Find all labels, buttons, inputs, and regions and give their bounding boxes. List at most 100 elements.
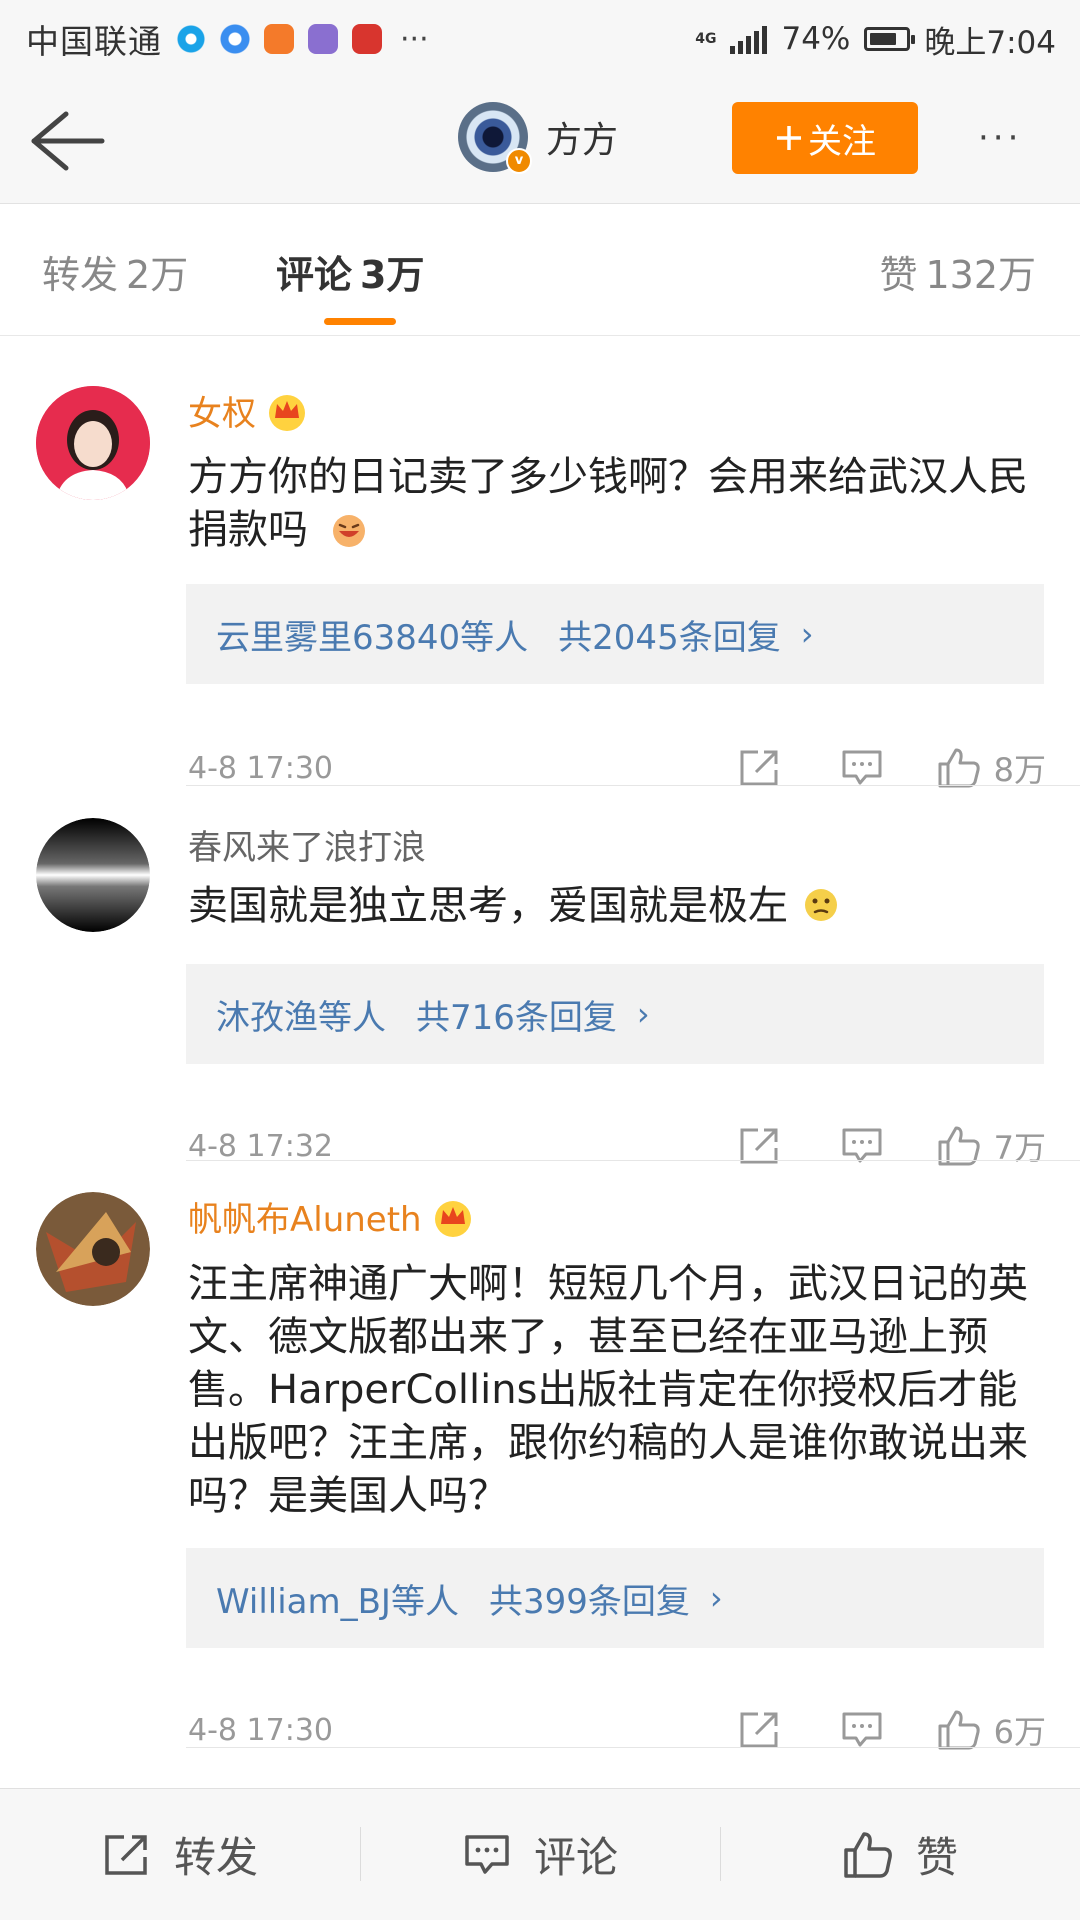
like-button[interactable]: 7万 xyxy=(936,1123,1046,1169)
comment-icon xyxy=(842,1712,882,1747)
thumbs-up-icon xyxy=(938,1710,980,1750)
reply-button[interactable] xyxy=(840,748,884,788)
tab-comments-label: 评论 xyxy=(276,253,353,297)
comment-text: 方方你的日记卖了多少钱啊？会用来给武汉人民捐款吗 xyxy=(188,451,1048,557)
comment-icon xyxy=(842,750,882,785)
zhiwang-icon xyxy=(352,24,382,54)
reply-users: 沐孜渔等人 xyxy=(216,997,386,1038)
thumbs-up-icon xyxy=(938,748,980,788)
divider xyxy=(186,1747,1080,1748)
comment-username[interactable]: 春风来了浪打浪 xyxy=(188,820,426,869)
comment-meta: 4-8 17:32 7万 xyxy=(188,1116,1046,1176)
comment-time: 4-8 17:30 xyxy=(188,750,333,786)
tab-likes-label: 赞 xyxy=(879,253,918,297)
tab-likes[interactable]: 赞 132万 xyxy=(879,244,1036,299)
carrier-label: 中国联通 xyxy=(26,22,162,61)
plus-icon xyxy=(777,126,801,150)
like-label: 赞 xyxy=(915,1833,958,1882)
avatar[interactable] xyxy=(36,1192,150,1306)
tab-comments-count: 3万 xyxy=(360,253,425,297)
follow-label: 关注 xyxy=(808,121,876,162)
weibo-video-icon xyxy=(176,24,206,54)
reply-users: William_BJ等人 xyxy=(216,1581,459,1622)
reply-summary[interactable]: 云里雾里63840等人 共2045条回复 › xyxy=(186,584,1044,684)
tab-likes-count: 132万 xyxy=(925,253,1036,297)
username: 帆帆布Aluneth xyxy=(188,1200,422,1240)
tab-bar: 转发 2万 评论 3万 赞 132万 xyxy=(0,204,1080,336)
signal-icon xyxy=(730,24,768,54)
network-type: 4G xyxy=(695,31,717,47)
reply-summary[interactable]: William_BJ等人 共399条回复 › xyxy=(186,1548,1044,1648)
active-tab-indicator xyxy=(324,318,396,325)
follow-button[interactable]: 关注 xyxy=(732,102,918,174)
chevron-right-icon: › xyxy=(636,995,650,1033)
username: 春风来了浪打浪 xyxy=(188,828,426,868)
browser-icon xyxy=(220,24,250,54)
username: 女权 xyxy=(188,394,256,434)
comment-meta: 4-8 17:30 6万 xyxy=(188,1700,1046,1760)
share-icon xyxy=(105,1834,147,1875)
avatar-image xyxy=(36,386,150,500)
comment-time: 4-8 17:30 xyxy=(188,1712,333,1748)
tab-reposts[interactable]: 转发 2万 xyxy=(42,244,188,299)
reply-summary[interactable]: 沐孜渔等人 共716条回复 › xyxy=(186,964,1044,1064)
comment-body: 汪主席神通广大啊！短短几个月，武汉日记的英文、德文版都出来了，甚至已经在亚马逊上… xyxy=(188,1261,1028,1519)
like-button[interactable]: 赞 xyxy=(720,1789,1080,1920)
tab-reposts-label: 转发 xyxy=(42,253,119,297)
laughing-emoji-icon xyxy=(332,515,365,547)
profile-name: 方方 xyxy=(546,120,619,161)
more-options-button[interactable]: ··· xyxy=(978,118,1022,158)
divider xyxy=(186,785,1080,786)
repost-label: 转发 xyxy=(173,1833,258,1882)
comment-body: 卖国就是独立思考，爱国就是极左 xyxy=(188,883,788,929)
comment-username[interactable]: 女权 xyxy=(188,386,308,435)
repost-button[interactable]: 转发 xyxy=(0,1789,360,1920)
tab-comments[interactable]: 评论 3万 xyxy=(276,244,424,299)
reply-users: 云里雾里63840等人 xyxy=(216,617,529,658)
comment-meta: 4-8 17:30 8万 xyxy=(188,738,1046,798)
uc-icon xyxy=(264,24,294,54)
battery-percent: 74% xyxy=(781,21,851,57)
comment-username[interactable]: 帆帆布Aluneth xyxy=(188,1192,474,1241)
thumbs-up-icon xyxy=(844,1831,892,1878)
top-nav-bar: v 方方 关注 ··· xyxy=(0,78,1080,204)
comment-time: 4-8 17:32 xyxy=(188,1128,333,1164)
back-arrow-icon xyxy=(31,111,105,171)
share-icon xyxy=(740,1712,778,1748)
avatar-image xyxy=(36,1192,150,1306)
reply-count: 共399条回复 xyxy=(488,1581,690,1622)
tab-reposts-count: 2万 xyxy=(126,253,189,297)
comment-body: 方方你的日记卖了多少钱啊？会用来给武汉人民捐款吗 xyxy=(188,454,1028,553)
comment-icon xyxy=(465,1834,509,1874)
thumbs-up-icon xyxy=(938,1126,980,1166)
chevron-right-icon: › xyxy=(709,1579,723,1617)
thinking-emoji-icon xyxy=(804,889,837,921)
avatar[interactable] xyxy=(36,818,150,932)
comment-label: 评论 xyxy=(533,1833,618,1882)
comment-text: 卖国就是独立思考，爱国就是极左 xyxy=(188,880,1048,933)
avatar-image xyxy=(36,818,150,932)
bottom-action-bar: 转发 评论 赞 xyxy=(0,1788,1080,1920)
vip-crown-icon xyxy=(269,394,305,431)
like-count: 7万 xyxy=(993,1129,1046,1167)
share-icon xyxy=(740,750,778,786)
battery-icon xyxy=(864,27,916,51)
reply-count: 共2045条回复 xyxy=(558,617,781,658)
verified-badge-icon: v xyxy=(506,148,532,174)
reply-button[interactable] xyxy=(840,1710,884,1750)
avatar[interactable] xyxy=(36,386,150,500)
more-notifications-icon: ··· xyxy=(400,21,429,57)
avatar[interactable]: v xyxy=(458,102,532,174)
vip-crown-icon xyxy=(434,1200,471,1237)
comment-button[interactable]: 评论 xyxy=(360,1789,720,1920)
chevron-right-icon: › xyxy=(800,615,814,653)
share-button[interactable] xyxy=(738,748,782,788)
divider xyxy=(186,1160,1080,1161)
back-button[interactable] xyxy=(28,106,108,176)
clock: 晚上7:04 xyxy=(924,24,1056,61)
share-button[interactable] xyxy=(738,1710,782,1750)
profile-header[interactable]: v 方方 xyxy=(458,102,619,174)
reply-count: 共716条回复 xyxy=(416,997,617,1038)
comment-text: 汪主席神通广大啊！短短几个月，武汉日记的英文、德文版都出来了，甚至已经在亚马逊上… xyxy=(188,1258,1048,1523)
status-bar: 中国联通 ··· 4G 74% 晚上7:04 xyxy=(0,0,1080,78)
